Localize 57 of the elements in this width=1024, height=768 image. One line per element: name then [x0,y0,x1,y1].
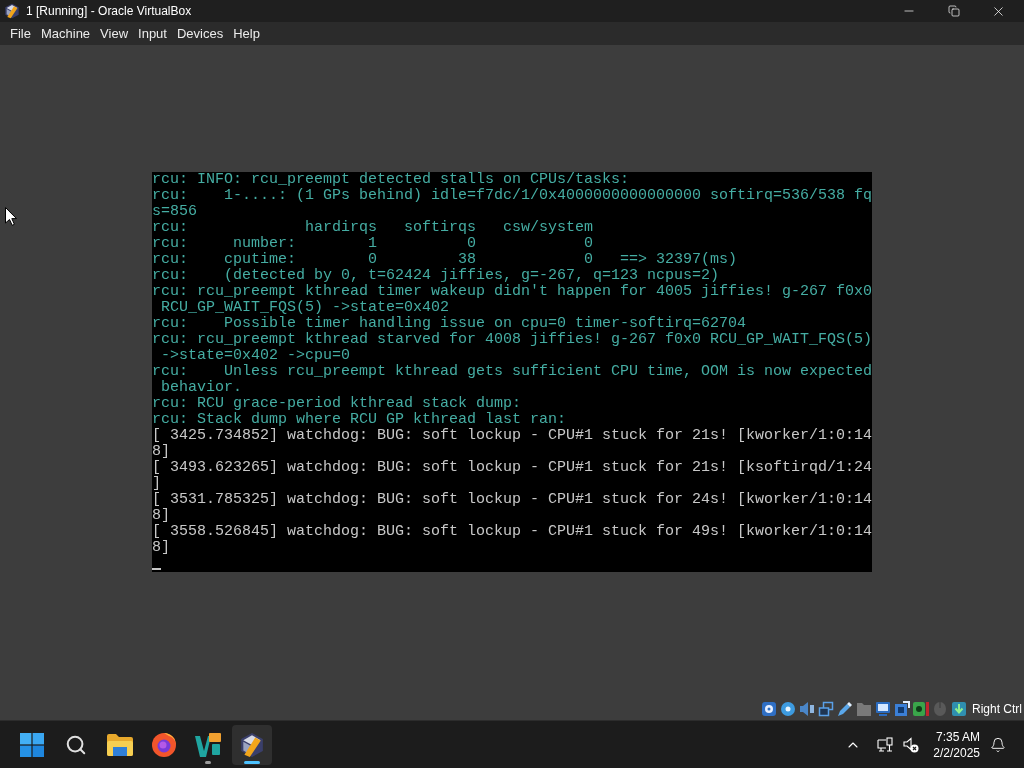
console-line: rcu: cputime: 0 38 0 ==> 32397(ms) [152,250,738,268]
app-logo-icon [195,732,221,757]
console-line: [ 3425.734852] watchdog: BUG: soft lockup - CPU#1 stuck for 21s! [kworker/1:0:14 [152,426,872,444]
console-line: [ 3531.785325] watchdog: BUG: soft lockup - CPU#1 stuck for 24s! [kworker/1:0:14 [152,490,872,508]
console-line: rcu: rcu_preempt kthread starved for 4008 jiffies! g-267 f0x0 RCU_GP_WAIT_FQS(5) [152,330,872,348]
speaker-icon[interactable] [799,701,815,717]
square-corner-icon[interactable] [894,701,910,717]
folder-icon [107,733,133,756]
pencil-icon[interactable] [837,701,853,717]
console-line: rcu: (detected by 0, t=62424 jiffies, g=-267, q=123 ncpus=2) [152,266,720,284]
disc-icon[interactable] [780,701,796,717]
search-icon [65,733,87,756]
clock-date: 2/2/2025 [933,744,980,761]
console-line: rcu: Possible timer handling issue on cpu=0 timer-softirq=62704 [152,314,747,332]
console-line: ] [152,474,161,492]
speaker-muted-icon [903,736,920,753]
console-line: rcu: RCU grace-period kthread stack dump: [152,394,522,412]
console-line: behavior. [160,378,242,396]
menu-item[interactable]: Input [133,23,172,44]
menu-item[interactable]: View [95,23,134,44]
monitor-icon[interactable] [875,701,891,717]
console-line: RCU_GP_WAIT_FQS(5) ->state=0x402 [160,298,450,316]
dot-tile-icon[interactable] [913,701,929,717]
console-line: 8] [152,506,170,524]
overlapping-windows-icon[interactable] [818,701,834,717]
cube-icon [4,3,20,19]
bell-icon [990,736,1006,753]
console-line: s=856 [152,202,197,220]
menu-item[interactable]: File [5,23,36,44]
menu-item[interactable]: Machine [35,23,96,44]
clock-time: 7:35 AM [935,728,980,745]
console-line: 8] [152,442,170,460]
console-line: [ 3558.526845] watchdog: BUG: soft lockup - CPU#1 stuck for 49s! [kworker/1:0:14 [152,522,872,540]
restore-icon [947,5,960,17]
cube-icon [239,731,265,758]
drive-icon[interactable] [761,701,777,717]
monitor-plug-icon [877,736,894,753]
globe-icon [152,732,176,757]
window-title: 1 [Running] - Oracle VirtualBox [26,3,192,20]
clock-button[interactable]: 7:35 AM 2/2/2025 [929,724,984,765]
console-line: ->state=0x402 ->cpu=0 [160,346,351,364]
console-line: rcu: 1-....: (1 GPs behind) idle=f7dc/1/0x4000000000000000 softirq=536/538 fq [152,186,872,204]
menu-item[interactable]: Help [228,23,265,44]
console-line: rcu: hardirqs softirqs csw/system [152,218,594,236]
console-line: rcu: Stack dump where RCU GP kthread last ran: [152,410,567,428]
console-line: [ 3493.623265] watchdog: BUG: soft lockup - CPU#1 stuck for 21s! [ksoftirqd/1:24 [152,458,872,476]
console-line: 8] [152,538,170,556]
host-key-label: Right Ctrl [972,701,1022,718]
menu-item[interactable]: Devices [171,23,229,44]
console-line: rcu: Unless rcu_preempt kthread gets sufficient CPU time, OOM is now expected [152,362,872,380]
four-squares-icon [20,732,44,757]
down-arrow-icon[interactable] [951,701,967,717]
mouse-pointer-icon [5,207,17,226]
console-line: rcu: rcu_preempt kthread timer wakeup didn't happen for 4005 jiffies! g-267 f0x0 [152,282,872,300]
console-line: rcu: INFO: rcu_preempt detected stalls on CPUs/tasks: [152,171,630,188]
taskbar-app-button[interactable] [232,724,272,765]
console-line: rcu: number: 1 0 0 [152,234,594,252]
